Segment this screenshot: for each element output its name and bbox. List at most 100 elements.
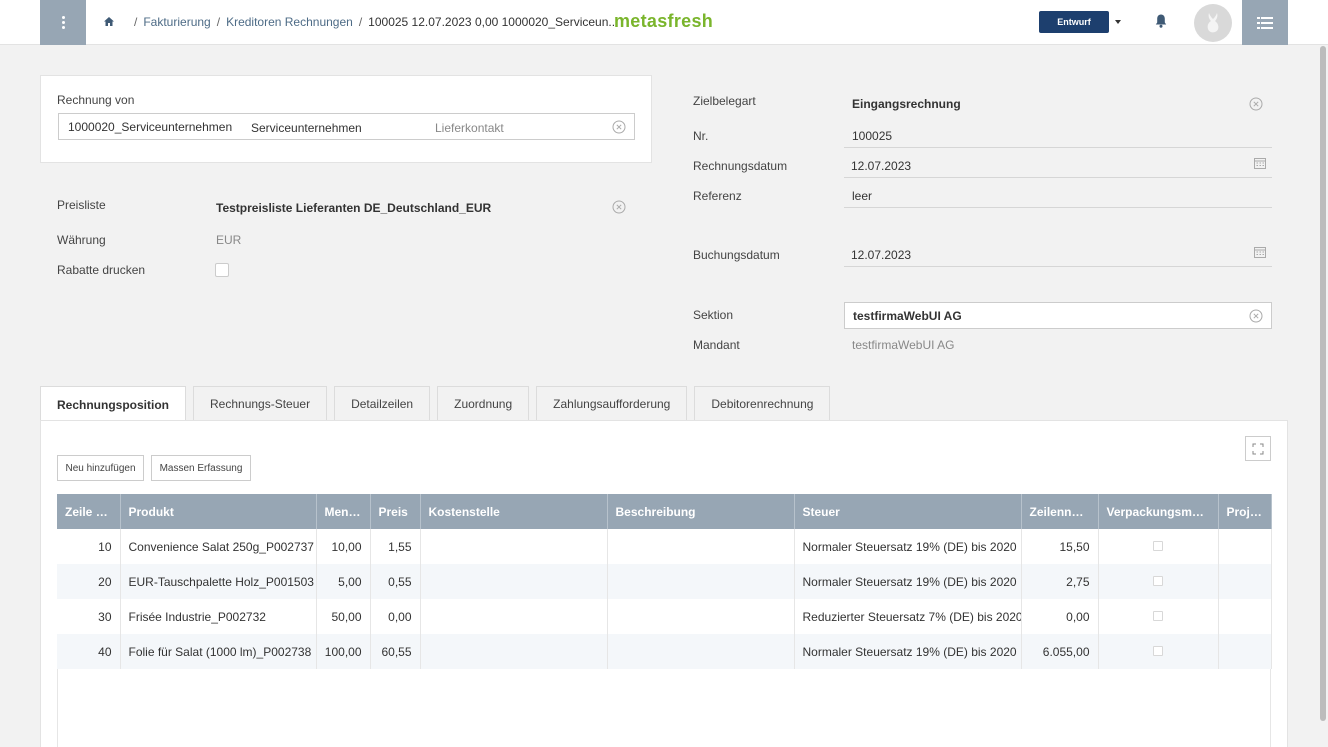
cell-projekt[interactable]: [1218, 564, 1272, 599]
cell-projekt[interactable]: [1218, 529, 1272, 564]
cell-produkt[interactable]: EUR-Tauschpalette Holz_P001503: [120, 564, 317, 599]
partner-contact-placeholder[interactable]: Lieferkontakt: [435, 121, 504, 135]
cell-produkt[interactable]: Folie für Salat (1000 lm)_P002738: [120, 634, 317, 669]
buchungsdatum-value[interactable]: 12.07.2023: [851, 248, 911, 262]
column-header-zeilennetto[interactable]: Zeilennetto: [1021, 494, 1099, 529]
preisliste-value[interactable]: Testpreisliste Lieferanten DE_Deutschlan…: [216, 201, 491, 215]
sektion-value[interactable]: testfirmaWebUI AG: [853, 309, 962, 323]
rechnungsdatum-value[interactable]: 12.07.2023: [851, 159, 911, 173]
cell-projekt[interactable]: [1218, 599, 1272, 634]
main-menu-button[interactable]: [40, 0, 86, 45]
cell-beschreibung[interactable]: [607, 529, 795, 564]
column-header-produkt[interactable]: Produkt: [120, 494, 317, 529]
cell-beschreibung[interactable]: [607, 599, 795, 634]
cell-zeile[interactable]: 30: [57, 599, 121, 634]
cell-verpackungsmaterial[interactable]: [1098, 599, 1219, 634]
buchungsdatum-field[interactable]: 12.07.2023: [844, 237, 1272, 267]
cell-menge[interactable]: 10,00: [316, 529, 371, 564]
verpackungsmaterial-checkbox[interactable]: [1153, 575, 1163, 586]
tab-detailzeilen[interactable]: Detailzeilen: [334, 386, 431, 421]
cell-produkt[interactable]: Convenience Salat 250g_P002737: [120, 529, 317, 564]
column-header-steuer[interactable]: Steuer: [794, 494, 1022, 529]
cell-verpackungsmaterial[interactable]: [1098, 634, 1219, 669]
verpackungsmaterial-checkbox[interactable]: [1153, 645, 1163, 656]
table-row[interactable]: 10 Convenience Salat 250g_P002737 10,00 …: [57, 529, 1272, 564]
column-header-projekt[interactable]: Projekt: [1218, 494, 1272, 529]
cell-preis[interactable]: 0,55: [370, 564, 421, 599]
cell-produkt[interactable]: Frisée Industrie_P002732: [120, 599, 317, 634]
cell-steuer[interactable]: Normaler Steuersatz 19% (DE) bis 2020: [794, 529, 1022, 564]
breadcrumb-fakturierung[interactable]: Fakturierung: [143, 15, 210, 29]
cell-zeile[interactable]: 20: [57, 564, 121, 599]
cell-kostenstelle[interactable]: [420, 529, 608, 564]
cell-kostenstelle[interactable]: [420, 634, 608, 669]
column-header-kostenstelle[interactable]: Kostenstelle: [420, 494, 608, 529]
clear-preisliste-icon[interactable]: [612, 200, 626, 214]
cell-steuer[interactable]: Normaler Steuersatz 19% (DE) bis 2020: [794, 634, 1022, 669]
clear-sektion-icon[interactable]: [1249, 309, 1263, 323]
cell-kostenstelle[interactable]: [420, 599, 608, 634]
column-header-preis[interactable]: Preis: [370, 494, 421, 529]
cell-zeile[interactable]: 40: [57, 634, 121, 669]
cell-steuer[interactable]: Normaler Steuersatz 19% (DE) bis 2020: [794, 564, 1022, 599]
table-row[interactable]: 40 Folie für Salat (1000 lm)_P002738 100…: [57, 634, 1272, 669]
breadcrumb-kreditoren-rechnungen[interactable]: Kreditoren Rechnungen: [226, 15, 353, 29]
document-status-button[interactable]: Entwurf: [1039, 11, 1109, 33]
user-avatar[interactable]: [1194, 4, 1232, 42]
cell-steuer[interactable]: Reduzierter Steuersatz 7% (DE) bis 2020: [794, 599, 1022, 634]
cell-menge[interactable]: 5,00: [316, 564, 371, 599]
status-dropdown-chevron-icon[interactable]: [1115, 20, 1121, 24]
tab-debitorenrechnung[interactable]: Debitorenrechnung: [694, 386, 831, 421]
cell-menge[interactable]: 100,00: [316, 634, 371, 669]
referenz-field[interactable]: leer: [844, 178, 1272, 208]
column-header-menge[interactable]: Menge: [316, 494, 371, 529]
sektion-field[interactable]: testfirmaWebUI AG: [844, 302, 1272, 329]
calendar-icon[interactable]: [1254, 246, 1266, 258]
nr-value[interactable]: 100025: [852, 129, 892, 143]
column-header-verpackungsmaterial[interactable]: Verpackungsmat...: [1098, 494, 1219, 529]
cell-menge[interactable]: 50,00: [316, 599, 371, 634]
business-partner-field[interactable]: 1000020_Serviceunternehmen Serviceuntern…: [58, 113, 635, 140]
cell-projekt[interactable]: [1218, 634, 1272, 669]
cell-beschreibung[interactable]: [607, 634, 795, 669]
tab-zuordnung[interactable]: Zuordnung: [437, 386, 530, 421]
cell-verpackungsmaterial[interactable]: [1098, 529, 1219, 564]
cell-zeilennetto[interactable]: 15,50: [1021, 529, 1099, 564]
clear-zielbelegart-icon[interactable]: [1249, 97, 1263, 111]
column-header-zeile-nr[interactable]: Zeile Nr. ▲: [57, 494, 121, 529]
nr-field[interactable]: 100025: [844, 118, 1272, 148]
tab-zahlungsaufforderung[interactable]: Zahlungsaufforderung: [536, 386, 688, 421]
referenz-value[interactable]: leer: [852, 189, 872, 203]
calendar-icon[interactable]: [1254, 157, 1266, 169]
rechnungsdatum-field[interactable]: 12.07.2023: [844, 148, 1272, 178]
table-row[interactable]: 30 Frisée Industrie_P002732 50,00 0,00 R…: [57, 599, 1272, 634]
neu-hinzufuegen-button[interactable]: Neu hinzufügen: [57, 455, 144, 481]
cell-zeilennetto[interactable]: 6.055,00: [1021, 634, 1099, 669]
cell-preis[interactable]: 60,55: [370, 634, 421, 669]
cell-preis[interactable]: 0,00: [370, 599, 421, 634]
partner-value[interactable]: 1000020_Serviceunternehmen: [68, 120, 232, 134]
verpackungsmaterial-checkbox[interactable]: [1153, 540, 1163, 551]
cell-beschreibung[interactable]: [607, 564, 795, 599]
cell-zeile[interactable]: 10: [57, 529, 121, 564]
verpackungsmaterial-checkbox[interactable]: [1153, 610, 1163, 621]
page-scrollbar[interactable]: [1318, 45, 1328, 747]
notification-bell-icon[interactable]: [1154, 13, 1168, 29]
expand-table-button[interactable]: [1245, 436, 1271, 461]
home-icon[interactable]: [102, 15, 116, 29]
cell-preis[interactable]: 1,55: [370, 529, 421, 564]
cell-zeilennetto[interactable]: 2,75: [1021, 564, 1099, 599]
rabatte-drucken-checkbox[interactable]: [215, 263, 229, 277]
column-header-beschreibung[interactable]: Beschreibung: [607, 494, 795, 529]
cell-verpackungsmaterial[interactable]: [1098, 564, 1219, 599]
cell-zeilennetto[interactable]: 0,00: [1021, 599, 1099, 634]
zielbelegart-value[interactable]: Eingangsrechnung: [852, 97, 961, 111]
tab-rechnungsposition[interactable]: Rechnungsposition: [40, 386, 186, 422]
side-list-button[interactable]: [1242, 0, 1288, 45]
cell-kostenstelle[interactable]: [420, 564, 608, 599]
clear-partner-icon[interactable]: [612, 120, 626, 134]
tab-rechnungs-steuer[interactable]: Rechnungs-Steuer: [193, 386, 328, 421]
massen-erfassung-button[interactable]: Massen Erfassung: [151, 455, 251, 481]
table-row[interactable]: 20 EUR-Tauschpalette Holz_P001503 5,00 0…: [57, 564, 1272, 599]
scrollbar-thumb[interactable]: [1320, 46, 1326, 721]
